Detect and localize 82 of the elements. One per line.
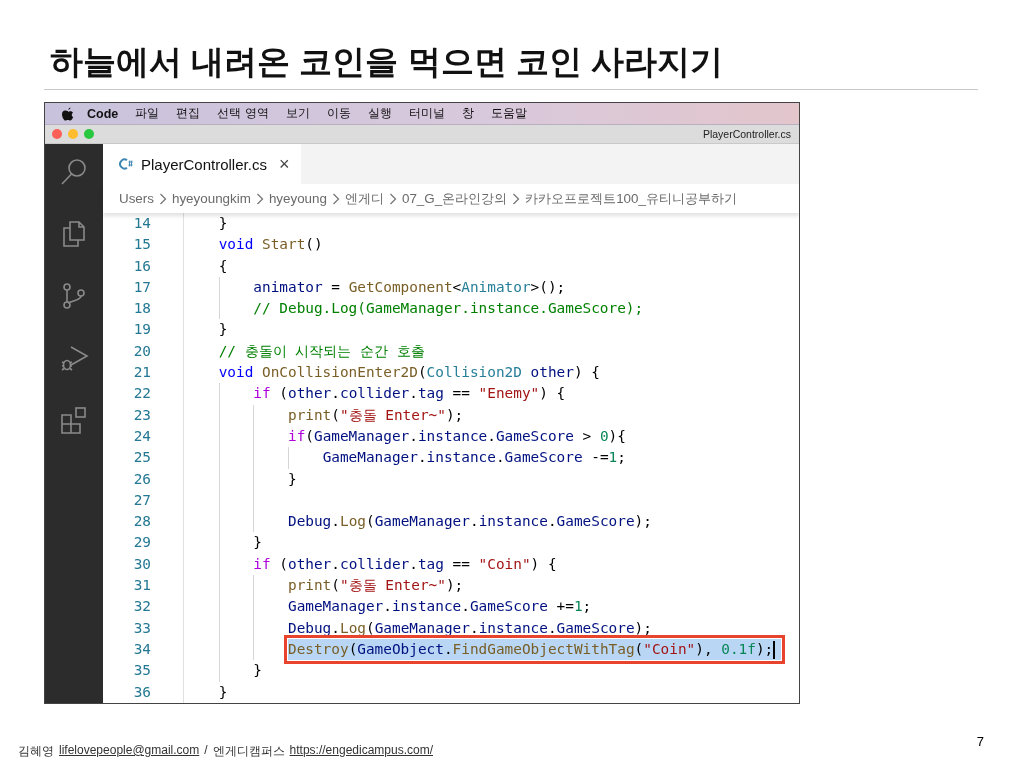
text-cursor	[773, 640, 776, 659]
author-name: 김혜영	[18, 743, 54, 760]
line-number: 17	[132, 277, 151, 297]
code-line: // 충돌이 시작되는 순간 호출	[218, 341, 425, 361]
line-number: 16	[132, 256, 151, 276]
line-number: 21	[132, 363, 151, 383]
line-number: 36	[132, 682, 151, 702]
code-line: }	[218, 320, 228, 340]
line-number: 29	[132, 533, 151, 553]
menu-item[interactable]: 터미널	[408, 105, 445, 122]
line-number: 24	[132, 426, 151, 446]
breadcrumb-item[interactable]: hyeyoungkim	[171, 191, 251, 206]
breadcrumb-item[interactable]: 07_G_온라인강의	[401, 189, 508, 208]
breadcrumb-item[interactable]: 엔게디	[344, 189, 384, 208]
code-line: print("충돌 Enter~");	[287, 576, 464, 596]
menu-item[interactable]: 실행	[367, 105, 392, 122]
code-line: // Debug.Log(GameManager.instance.GameScore);	[253, 299, 644, 319]
chevron-right-icon	[388, 192, 397, 205]
line-number: 18	[132, 299, 151, 319]
menu-item[interactable]: 이동	[326, 105, 351, 122]
code-line: {	[218, 256, 228, 276]
code-line: if (other.collider.tag == "Coin") {	[253, 554, 557, 574]
slide-title: 하늘에서 내려온 코인을 먹으면 코인 사라지기	[50, 42, 724, 82]
menu-item[interactable]: Code	[87, 106, 119, 121]
chevron-right-icon	[331, 192, 340, 205]
breadcrumb-item[interactable]: Users	[119, 191, 154, 206]
file-tab[interactable]: PlayerController.cs ×	[103, 144, 302, 184]
window-title: PlayerController.cs	[702, 128, 791, 140]
extensions-icon[interactable]	[59, 405, 89, 435]
search-icon[interactable]	[59, 157, 89, 187]
close-tab-button[interactable]: ×	[278, 153, 290, 175]
menu-item[interactable]: 도움말	[490, 105, 527, 122]
breadcrumb-item[interactable]: 카카오프로젝트100_유티니공부하기	[525, 189, 737, 208]
code-line: print("충돌 Enter~");	[287, 405, 464, 425]
line-number: 19	[132, 320, 151, 340]
run-debug-icon[interactable]	[59, 343, 89, 373]
code-line: }	[253, 533, 262, 553]
separator-text: /	[204, 743, 208, 757]
csharp-file-icon	[119, 157, 133, 171]
line-number: 32	[132, 597, 151, 617]
code-line: if(GameManager.instance.GameScore > 0){	[287, 426, 626, 446]
code-line: }	[218, 682, 228, 702]
line-number: 28	[132, 512, 151, 532]
menu-item[interactable]: 편집	[176, 105, 201, 122]
organization-name: 엔게디캠퍼스	[212, 743, 285, 760]
line-number: 23	[132, 405, 151, 425]
line-number: 30	[132, 554, 151, 574]
menu-item[interactable]: 창	[461, 105, 474, 122]
website-link[interactable]: https://engedicampus.com/	[289, 743, 433, 757]
line-number: 20	[132, 341, 151, 361]
line-number: 25	[132, 448, 151, 468]
chevron-right-icon	[512, 192, 521, 205]
email-link[interactable]: lifelovepeople@gmail.com	[59, 743, 200, 757]
close-window-button[interactable]	[52, 129, 62, 139]
breadcrumb-item[interactable]: hyeyoung	[268, 191, 327, 206]
apple-icon[interactable]	[61, 105, 75, 122]
line-number: 35	[132, 661, 151, 681]
line-number: 27	[132, 490, 151, 510]
menu-item[interactable]: 보기	[285, 105, 310, 122]
line-number: 14	[132, 214, 151, 233]
code-line: Debug.Log(GameManager.instance.GameScore);	[287, 618, 652, 638]
line-number: 26	[132, 469, 151, 489]
code-line: }	[253, 661, 262, 681]
page-number: 7	[976, 734, 984, 749]
chevron-right-icon	[255, 192, 264, 205]
code-line: }	[287, 469, 297, 489]
line-number: 22	[132, 384, 151, 404]
code-line: }	[218, 214, 228, 233]
code-line: void OnCollisionEnter2D(Collision2D other) {	[218, 363, 600, 383]
line-number: 15	[132, 235, 151, 255]
code-line: void Start()	[218, 235, 323, 255]
line-number: 34	[132, 639, 151, 659]
menu-item[interactable]: 파일	[135, 105, 160, 122]
chevron-right-icon	[158, 192, 167, 205]
code-line: GameManager.instance.GameScore -=1;	[322, 448, 626, 468]
code-line: Debug.Log(GameManager.instance.GameScore);	[287, 512, 652, 532]
line-number: 33	[132, 618, 151, 638]
code-line: GameManager.instance.GameScore +=1;	[287, 597, 592, 617]
line-number: 31	[132, 576, 151, 596]
code-line: if (other.collider.tag == "Enemy") {	[253, 384, 566, 404]
code-line: animator = GetComponent<Animator>();	[253, 277, 566, 297]
menu-item[interactable]: 선택 영역	[217, 105, 269, 122]
